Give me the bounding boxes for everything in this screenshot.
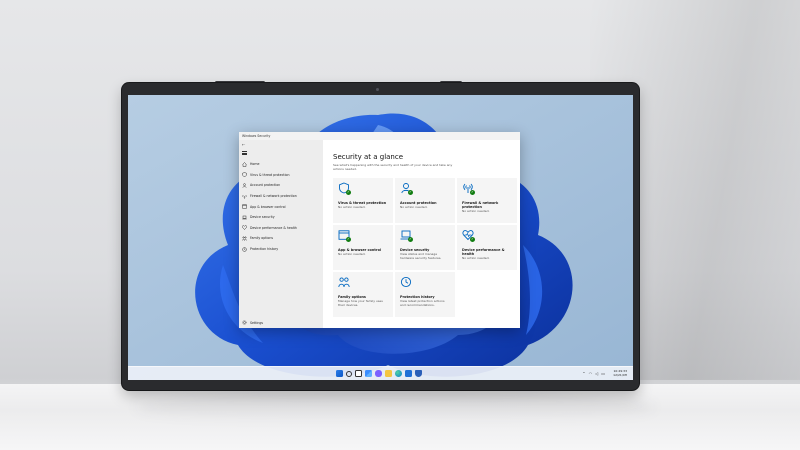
sidebar-item-app-browser[interactable]: App & browser control — [239, 201, 323, 212]
card-protection-history[interactable]: Protection history View latest protectio… — [395, 272, 455, 317]
ok-check-icon: ✓ — [346, 237, 351, 242]
task-view-icon[interactable] — [355, 370, 362, 377]
desk-reflection — [135, 392, 655, 422]
card-app-browser[interactable]: ✓ App & browser control No action needed… — [333, 225, 393, 270]
sidebar-item-performance-health[interactable]: Device performance & health — [239, 223, 323, 234]
card-performance-health[interactable]: ✓ Device performance & health No action … — [457, 225, 517, 270]
camera-icon — [376, 88, 379, 91]
heart-icon — [242, 225, 247, 231]
card-status: No action needed. — [462, 255, 490, 260]
ok-check-icon: ✓ — [470, 190, 475, 195]
page-subtitle: See what's happening with the security a… — [333, 163, 453, 171]
sidebar: ← Home Virus & threat protection Account… — [239, 140, 323, 328]
main-content: Security at a glance See what's happenin… — [323, 140, 520, 328]
system-tray: ⌃ ◠ ◁ ▭ — [582, 371, 605, 377]
sidebar-item-label: App & browser control — [250, 204, 286, 209]
laptop-icon: ✓ — [400, 229, 413, 242]
history-icon — [242, 246, 247, 252]
sidebar-item-label: Account protection — [250, 183, 281, 188]
family-icon — [338, 276, 350, 288]
sidebar-item-account[interactable]: Account protection — [239, 180, 323, 191]
card-status: No action needed. — [338, 204, 366, 209]
app-window-icon: ✓ — [338, 229, 351, 242]
ok-check-icon: ✓ — [408, 237, 413, 242]
card-device-security[interactable]: ✓ Device security View status and manage… — [395, 225, 455, 270]
page-title: Security at a glance — [333, 153, 404, 161]
store-icon[interactable] — [405, 370, 412, 377]
antenna-icon: ✓ — [462, 182, 475, 195]
card-status: No action needed. — [462, 208, 490, 213]
sidebar-item-label: Protection history — [250, 247, 279, 252]
sidebar-item-home[interactable]: Home — [239, 159, 323, 170]
windows-security-window: Windows Security ← Home Virus & threat p… — [239, 132, 520, 328]
window-title: Windows Security — [239, 132, 520, 140]
sidebar-item-label: Virus & threat protection — [250, 172, 290, 177]
card-firewall[interactable]: ✓ Firewall & network protection No actio… — [457, 178, 517, 223]
sidebar-item-label: Device performance & health — [250, 225, 297, 230]
card-status: View latest protection actions and recom… — [400, 298, 445, 307]
card-account-protection[interactable]: ✓ Account protection No action needed. — [395, 178, 455, 223]
home-icon — [242, 161, 247, 167]
taskbar: ⌃ ◠ ◁ ▭ 10:29:33 12/21/0H — [128, 366, 633, 380]
card-virus-threat[interactable]: ✓ Virus & threat protection No action ne… — [333, 178, 393, 223]
hamburger-icon[interactable] — [242, 151, 247, 156]
heart-icon: ✓ — [462, 229, 475, 242]
chat-icon[interactable] — [375, 370, 382, 377]
app-window-icon — [242, 204, 247, 209]
card-status: View status and manage hardware security… — [400, 251, 442, 260]
history-icon — [400, 276, 412, 288]
card-status: No action needed. — [338, 251, 366, 256]
clock[interactable]: 10:29:33 12/21/0H — [613, 369, 627, 377]
edge-icon[interactable] — [395, 370, 402, 377]
battery-icon[interactable]: ▭ — [601, 371, 605, 377]
status-card-grid: ✓ Virus & threat protection No action ne… — [333, 178, 519, 319]
gear-icon — [242, 320, 247, 325]
ok-check-icon: ✓ — [346, 190, 351, 195]
sidebar-item-firewall[interactable]: Firewall & network protection — [239, 191, 323, 202]
family-icon — [242, 236, 247, 241]
back-arrow-icon[interactable]: ← — [242, 142, 245, 147]
ok-check-icon: ✓ — [408, 190, 413, 195]
wifi-icon[interactable]: ◠ — [589, 371, 593, 377]
person-icon — [242, 183, 247, 188]
ok-check-icon: ✓ — [470, 237, 475, 242]
laptop-icon — [242, 215, 247, 220]
antenna-icon — [242, 194, 247, 199]
widgets-icon[interactable] — [365, 370, 372, 377]
search-icon[interactable] — [346, 370, 352, 377]
person-icon: ✓ — [400, 182, 413, 195]
shield-icon: ✓ — [338, 182, 351, 195]
shield-icon — [242, 172, 247, 178]
sidebar-item-device-security[interactable]: Device security — [239, 212, 323, 223]
security-icon[interactable] — [415, 370, 422, 377]
sidebar-item-label: Family options — [250, 236, 274, 241]
sidebar-item-family[interactable]: Family options — [239, 233, 323, 244]
sidebar-item-label: Device security — [250, 215, 275, 220]
settings-label: Settings — [250, 320, 264, 325]
sidebar-item-virus-threat[interactable]: Virus & threat protection — [239, 170, 323, 181]
chevron-up-icon[interactable]: ⌃ — [582, 371, 585, 377]
sidebar-item-settings[interactable]: Settings — [242, 320, 263, 325]
file-explorer-icon[interactable] — [385, 370, 392, 377]
card-status: Manage how your family uses their device… — [338, 298, 383, 307]
sidebar-item-label: Firewall & network protection — [250, 194, 297, 199]
windows-start-icon[interactable] — [336, 370, 343, 377]
sidebar-item-protection-history[interactable]: Protection history — [239, 244, 323, 255]
taskbar-apps — [336, 370, 422, 377]
volume-icon[interactable]: ◁ — [595, 371, 598, 377]
clock-date: 12/21/0H — [613, 373, 627, 378]
tablet-screen: Windows Security ← Home Virus & threat p… — [128, 95, 633, 380]
sidebar-nav: Home Virus & threat protection Account p… — [239, 159, 323, 254]
card-family-options[interactable]: Family options Manage how your family us… — [333, 272, 393, 317]
card-status: No action needed. — [400, 204, 428, 209]
sidebar-item-label: Home — [250, 162, 260, 167]
